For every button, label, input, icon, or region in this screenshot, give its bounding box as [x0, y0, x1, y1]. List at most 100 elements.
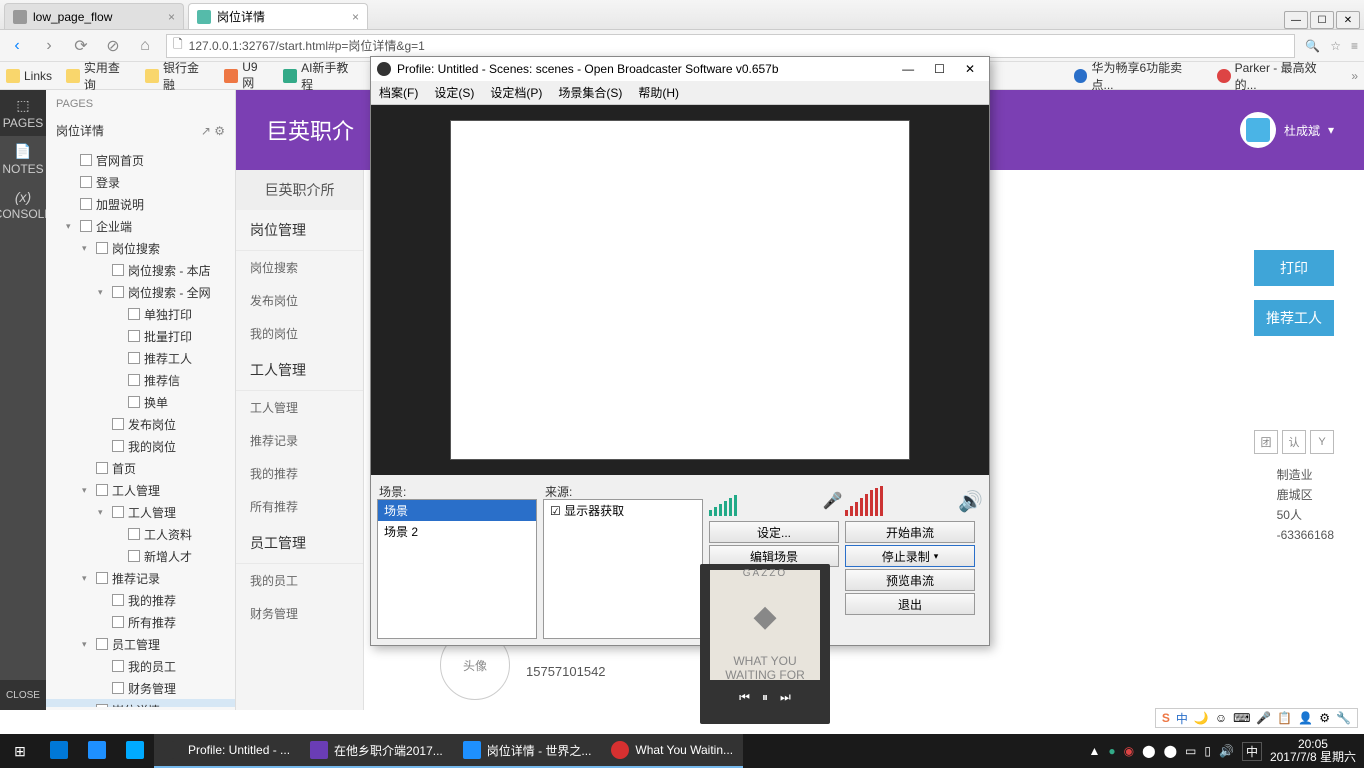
taskbar-item[interactable]: 在他乡职介端2017...: [300, 734, 453, 768]
tree-row[interactable]: 换单: [46, 391, 235, 413]
sidebar-item[interactable]: 我的员工: [236, 564, 363, 597]
sidebar-header[interactable]: 岗位管理: [236, 210, 363, 251]
taskbar-item[interactable]: [78, 734, 116, 768]
forward-button[interactable]: ›: [38, 35, 60, 57]
tree-row[interactable]: 首页: [46, 457, 235, 479]
bookmark-item[interactable]: AI新手教程: [283, 59, 359, 93]
ime-lang[interactable]: 中: [1176, 710, 1188, 727]
stop-button[interactable]: ⊘: [102, 35, 124, 57]
sidebar-header[interactable]: 工人管理: [236, 350, 363, 391]
maximize-button[interactable]: ☐: [934, 62, 945, 76]
sidebar-item[interactable]: 我的岗位: [236, 317, 363, 350]
tray-icon[interactable]: ⬤: [1142, 744, 1155, 758]
pause-button[interactable]: ⏸: [762, 690, 768, 705]
reload-button[interactable]: ⟳: [70, 35, 92, 57]
sidebar-item[interactable]: 推荐记录: [236, 424, 363, 457]
tray-icon[interactable]: ▭: [1185, 744, 1196, 758]
tree-row[interactable]: 岗位搜索 - 本店: [46, 259, 235, 281]
taskbar-item[interactable]: What You Waitin...: [601, 734, 743, 768]
taskbar-item[interactable]: Profile: Untitled - ...: [154, 734, 300, 768]
tray-lang[interactable]: 中: [1242, 742, 1262, 761]
sidebar-item[interactable]: 所有推荐: [236, 490, 363, 523]
user-menu[interactable]: 杜成斌 ▾: [1240, 112, 1334, 148]
menu-help[interactable]: 帮助(H): [638, 84, 679, 101]
music-player[interactable]: GAZZO ◆ WHAT YOU WAITING FOR ⏮ ⏸ ⏭: [700, 564, 830, 724]
print-button[interactable]: 打印: [1254, 250, 1334, 286]
speaker-icon[interactable]: 🔊: [958, 489, 983, 514]
close-icon[interactable]: ×: [168, 10, 175, 24]
tree-row[interactable]: 所有推荐: [46, 611, 235, 633]
tray-icon[interactable]: ⬤: [1164, 744, 1177, 758]
tree-row[interactable]: ▾企业端: [46, 215, 235, 237]
tray-icon[interactable]: ◉: [1124, 744, 1134, 758]
volume-icon[interactable]: 🔊: [1219, 744, 1234, 758]
obs-titlebar[interactable]: Profile: Untitled - Scenes: scenes - Ope…: [371, 57, 989, 81]
rail-pages[interactable]: ⬚PAGES: [0, 90, 46, 136]
settings-button[interactable]: 设定...: [709, 521, 839, 543]
bookmark-item[interactable]: 实用查询: [66, 59, 131, 93]
tree-row[interactable]: 推荐工人: [46, 347, 235, 369]
tree-row[interactable]: 新增人才: [46, 545, 235, 567]
tree-row[interactable]: 我的推荐: [46, 589, 235, 611]
prev-button[interactable]: ⏮: [739, 690, 750, 705]
emoji-icon[interactable]: ☺: [1215, 711, 1227, 725]
tree-row[interactable]: 单独打印: [46, 303, 235, 325]
tree-row[interactable]: 我的岗位: [46, 435, 235, 457]
clock[interactable]: 20:05 2017/7/8 星期六: [1270, 738, 1356, 764]
keyboard-icon[interactable]: ⌨: [1233, 711, 1250, 725]
scene-list[interactable]: 场景 场景 2: [377, 499, 537, 639]
scene-item[interactable]: 场景 2: [378, 521, 536, 542]
source-item[interactable]: ☑ 显示器获取: [544, 500, 702, 521]
bookmark-item[interactable]: 华为畅享6功能卖点...: [1074, 59, 1203, 93]
menu-profile[interactable]: 设定档(P): [490, 84, 542, 101]
preview-button[interactable]: 预览串流: [845, 569, 975, 591]
mic-icon[interactable]: 🎤: [1256, 711, 1271, 725]
rail-notes[interactable]: 📄NOTES: [0, 136, 46, 182]
sidebar-header[interactable]: 员工管理: [236, 523, 363, 564]
moon-icon[interactable]: 🌙: [1194, 711, 1209, 725]
taskbar-item[interactable]: 岗位详情 - 世界之...: [453, 734, 602, 768]
sidebar-item[interactable]: 工人管理: [236, 391, 363, 424]
tree-row[interactable]: 加盟说明: [46, 193, 235, 215]
recommend-button[interactable]: 推荐工人: [1254, 300, 1334, 336]
wrench-icon[interactable]: 🔧: [1336, 711, 1351, 725]
bookmark-item[interactable]: 银行金融: [145, 59, 210, 93]
tree-row[interactable]: ▾岗位搜索: [46, 237, 235, 259]
close-icon[interactable]: ×: [352, 10, 359, 24]
tree-row[interactable]: 我的员工: [46, 655, 235, 677]
stop-record-button[interactable]: 停止录制: [845, 545, 975, 567]
start-button[interactable]: ⊞: [0, 734, 40, 768]
taskbar-item[interactable]: [40, 734, 78, 768]
bookmark-item[interactable]: Links: [6, 69, 52, 83]
rail-console[interactable]: (x)CONSOLE: [0, 182, 46, 228]
gear-icon[interactable]: ⚙: [1319, 711, 1330, 725]
tree-row[interactable]: 工人资料: [46, 523, 235, 545]
tree-row[interactable]: ▾岗位搜索 - 全网: [46, 281, 235, 303]
search-icon[interactable]: 🔍: [1305, 39, 1320, 53]
tray-icon[interactable]: ●: [1108, 744, 1115, 758]
bookmark-item[interactable]: Parker - 最高效的...: [1217, 59, 1338, 93]
mic-icon[interactable]: 🎤: [823, 491, 843, 511]
taskbar-item[interactable]: [116, 734, 154, 768]
menu-file[interactable]: 档案(F): [379, 84, 418, 101]
scene-item[interactable]: 场景: [378, 500, 536, 521]
sidebar-item[interactable]: 财务管理: [236, 597, 363, 630]
exit-button[interactable]: 退出: [845, 593, 975, 615]
tree-row[interactable]: ▾工人管理: [46, 501, 235, 523]
start-stream-button[interactable]: 开始串流: [845, 521, 975, 543]
bookmark-item[interactable]: U9网: [224, 60, 269, 91]
menu-scenes[interactable]: 场景集合(S): [558, 84, 622, 101]
menu-icon[interactable]: ≡: [1351, 39, 1358, 53]
tree-row[interactable]: ▾工人管理: [46, 479, 235, 501]
tree-row[interactable]: ▾员工管理: [46, 633, 235, 655]
tree-row[interactable]: 财务管理: [46, 677, 235, 699]
back-button[interactable]: ‹: [6, 35, 28, 57]
rail-close[interactable]: CLOSE: [0, 680, 46, 710]
tree-row[interactable]: 官网首页: [46, 149, 235, 171]
user-icon[interactable]: 👤: [1298, 711, 1313, 725]
close-button[interactable]: ✕: [1336, 11, 1360, 29]
maximize-button[interactable]: ☐: [1310, 11, 1334, 29]
star-icon[interactable]: ☆: [1330, 39, 1341, 53]
tree-row[interactable]: 批量打印: [46, 325, 235, 347]
tree-row[interactable]: 推荐信: [46, 369, 235, 391]
